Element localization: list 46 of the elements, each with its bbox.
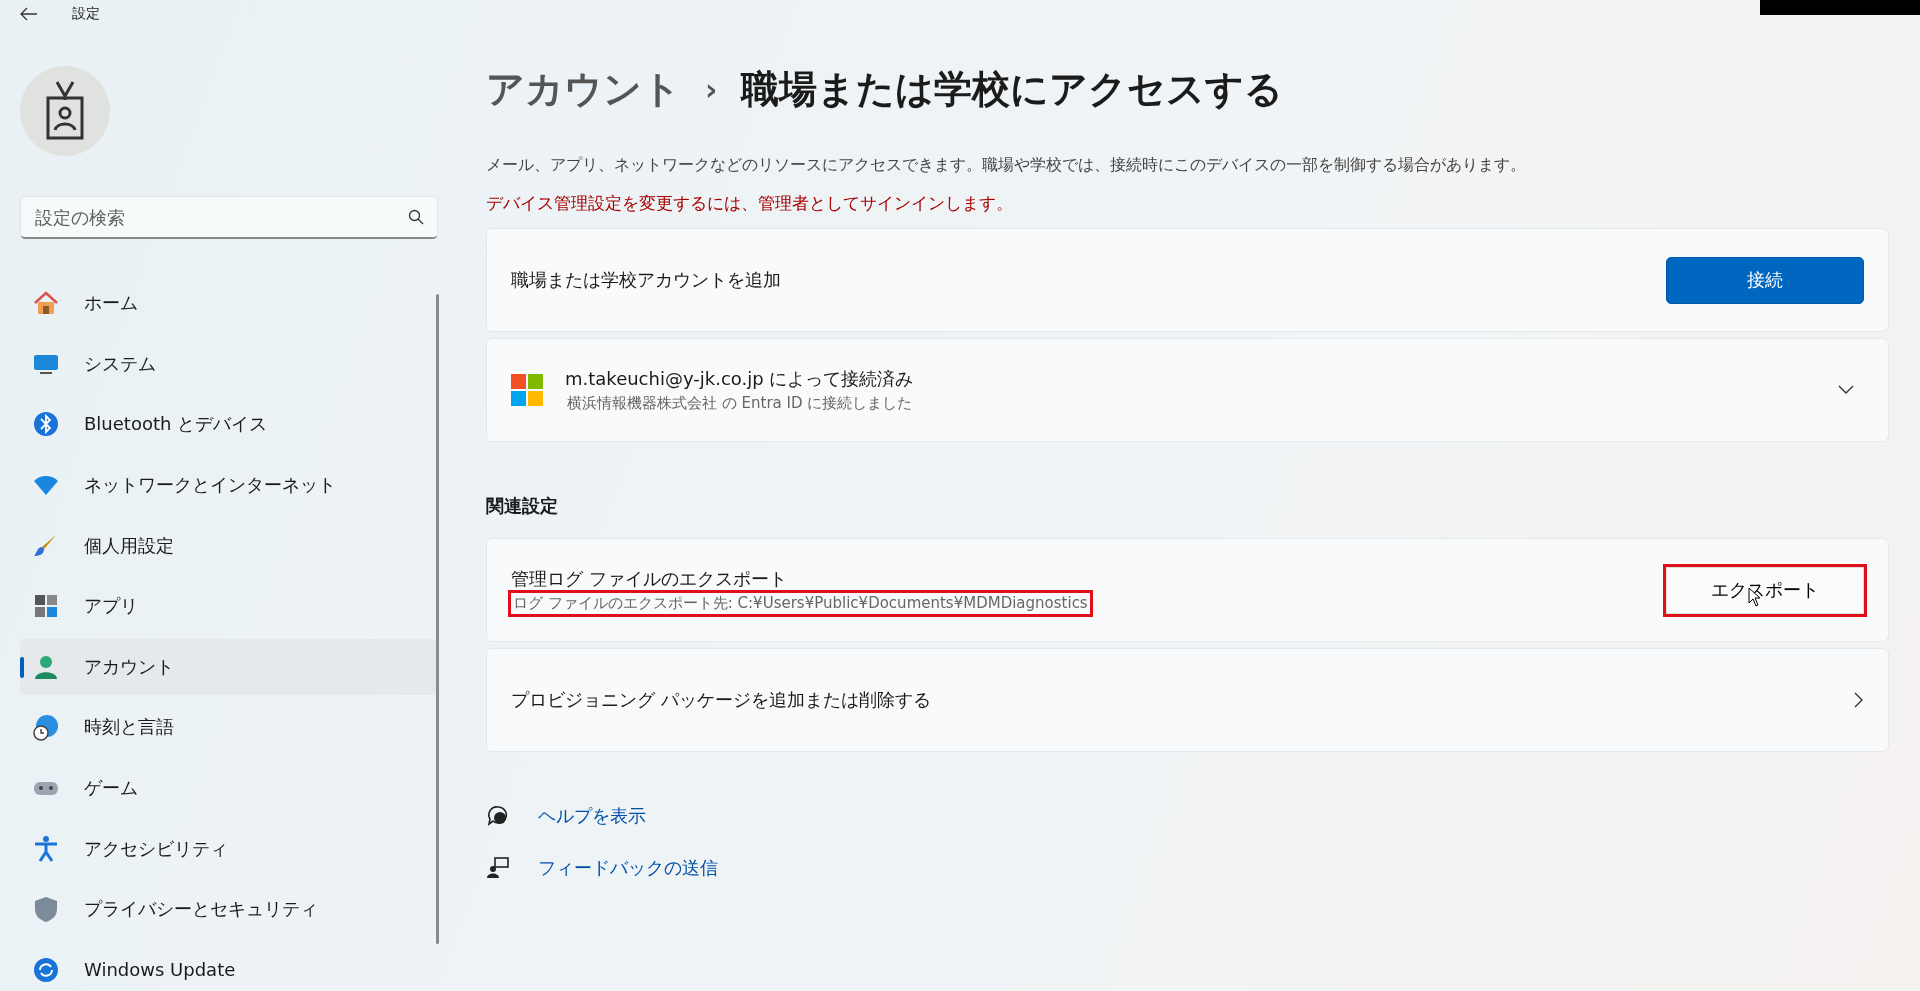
breadcrumb-link[interactable]: アカウント <box>486 64 681 115</box>
footer-link[interactable]: フィードバックの送信 <box>538 856 718 880</box>
sidebar-item[interactable]: ゲーム <box>20 759 438 817</box>
sidebar-item[interactable]: システム <box>20 335 438 393</box>
account-subtitle: 横浜情報機器株式会社 の Entra ID に接続しました <box>566 392 914 414</box>
breadcrumb-separator: › <box>705 72 718 107</box>
page-title: 職場または学校にアクセスする <box>741 66 1284 113</box>
card-title: 職場または学校アカウントを追加 <box>511 268 782 292</box>
clock-globe-icon <box>32 713 60 742</box>
description-text: メール、アプリ、ネットワークなどのリソースにアクセスできます。職場や学校では、接続時にこのデバイスの一部を制御する場合があります。 <box>486 155 1527 176</box>
update-icon <box>32 955 60 984</box>
help-bubble-icon <box>486 804 510 828</box>
warning-text: デバイス管理設定を変更するには、管理者としてサインインします。 <box>486 192 1014 215</box>
four-squares-logo-icon <box>511 374 543 406</box>
search-icon <box>408 209 424 225</box>
export-path-text: ログ ファイルのエクスポート先: C:¥Users¥Public¥Documents¥MDMDiagnostics <box>511 592 1090 614</box>
chevron-down-icon[interactable] <box>1838 385 1854 395</box>
connect-button[interactable]: 接続 <box>1666 256 1864 304</box>
id-badge-icon <box>45 80 85 142</box>
sidebar-item[interactable]: Windows Update <box>20 941 438 991</box>
mouse-pointer-icon <box>1748 586 1762 607</box>
sidebar-item[interactable]: ホーム <box>20 275 438 332</box>
scrollbar[interactable] <box>436 294 439 944</box>
feedback-person-icon <box>486 856 510 880</box>
sidebar-item[interactable]: アクセシビリティ <box>20 820 438 877</box>
sidebar-item[interactable]: 個人用設定 <box>20 517 438 574</box>
search-field[interactable]: 設定の検索 <box>20 196 438 239</box>
footer-link[interactable]: ヘルプを表示 <box>538 804 646 828</box>
settings-link-card[interactable]: プロビジョニング パッケージを追加または削除する <box>486 648 1889 752</box>
chevron-right-icon <box>1854 692 1864 708</box>
sidebar-item[interactable]: アプリ <box>20 577 438 635</box>
sidebar-item[interactable]: プライバシーとセキュリティ <box>20 880 438 938</box>
sidebar-item[interactable]: アカウント <box>20 638 438 696</box>
shield-icon <box>32 895 60 924</box>
account-card[interactable]: m.takeuchi@y-jk.co.jp によって接続済み 横浜情報機器株式会社 の Entra ID に接続しました <box>486 338 1889 442</box>
back-arrow-icon[interactable] <box>20 7 38 21</box>
sidebar-item[interactable]: Bluetooth とデバイス <box>20 396 438 453</box>
section-heading: 関連設定 <box>486 494 559 518</box>
setting-title: 管理ログ ファイルのエクスポート <box>511 566 788 591</box>
window-title: 設定 <box>72 5 100 23</box>
bluetooth-icon <box>32 410 60 439</box>
sidebar-item[interactable]: ネットワークとインターネット <box>20 456 438 514</box>
accessibility-icon <box>32 834 60 863</box>
account-title: m.takeuchi@y-jk.co.jp によって接続済み <box>565 366 915 391</box>
setting-title: プロビジョニング パッケージを追加または削除する <box>511 688 932 712</box>
sidebar-item[interactable]: 時刻と言語 <box>20 699 438 756</box>
